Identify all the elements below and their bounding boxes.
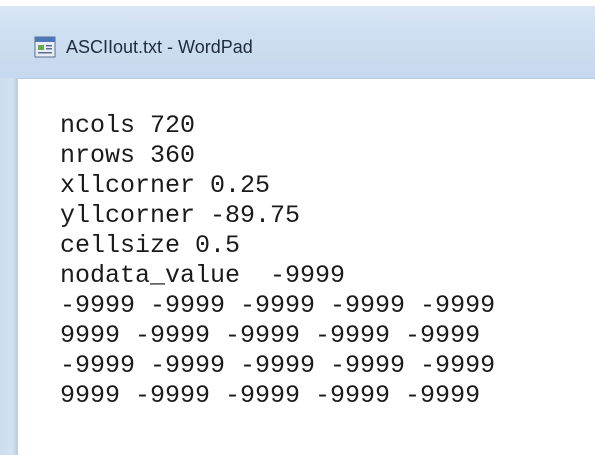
document-line: nodata_value -9999 [60, 261, 346, 290]
window-title: ASCIIout.txt - WordPad [66, 37, 253, 57]
wordpad-window: ASCIIout.txt - WordPad ncols 720 nrows 3… [0, 0, 595, 455]
title-bar-top-edge [0, 0, 595, 6]
document-line: 9999 -9999 -9999 -9999 -9999 [60, 321, 481, 350]
document-line: cellsize 0.5 [60, 231, 241, 260]
wordpad-document-icon[interactable] [34, 36, 56, 58]
document-line: 9999 -9999 -9999 -9999 -9999 [60, 381, 481, 410]
document-line: yllcorner -89.75 [60, 201, 301, 230]
title-bar[interactable]: ASCIIout.txt - WordPad [0, 0, 595, 79]
document-line: ncols 720 [60, 111, 196, 140]
document-line: -9999 -9999 -9999 -9999 -9999 [60, 291, 496, 320]
document-line: -9999 -9999 -9999 -9999 -9999 [60, 351, 496, 380]
document-area[interactable]: ncols 720 nrows 360 xllcorner 0.25 yllco… [18, 79, 595, 455]
document-line: nrows 360 [60, 141, 196, 170]
document-line: xllcorner 0.25 [60, 171, 271, 200]
document-text[interactable]: ncols 720 nrows 360 xllcorner 0.25 yllco… [60, 111, 495, 411]
window-left-frame [0, 78, 18, 455]
